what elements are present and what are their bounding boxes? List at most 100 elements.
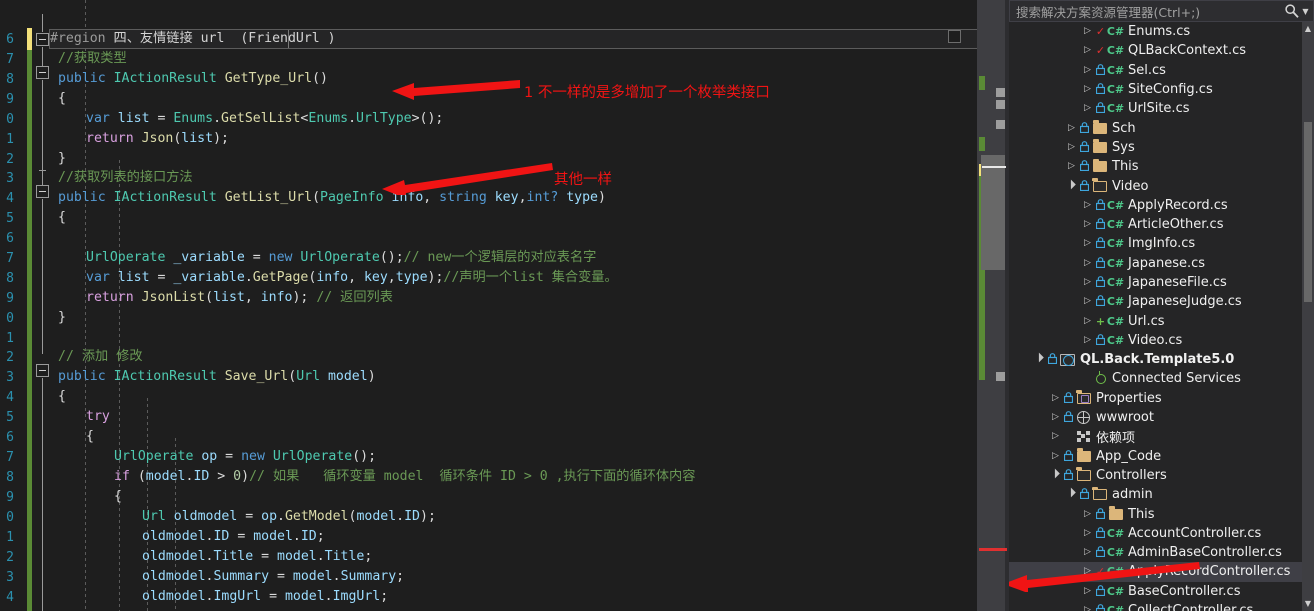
- chevron-right-icon[interactable]: [1081, 606, 1094, 611]
- chevron-right-icon[interactable]: [1081, 317, 1094, 326]
- code-editor-pane[interactable]: 67890123456789012345678901234 #region 四、…: [0, 0, 1009, 611]
- chevron-right-icon[interactable]: [1081, 587, 1094, 596]
- tree-item-ql-back-template5-0[interactable]: QL.Back.Template5.0: [1009, 350, 1302, 369]
- chevron-right-icon[interactable]: [1081, 46, 1094, 55]
- tree-item-sys[interactable]: Sys: [1009, 138, 1302, 157]
- chevron-right-icon[interactable]: [1081, 66, 1094, 75]
- chevron-down-icon[interactable]: [1033, 355, 1046, 364]
- solution-explorer-search[interactable]: 搜索解决方案资源管理器(Ctrl+;) ▼: [1009, 0, 1314, 22]
- tree-item-controllers[interactable]: Controllers: [1009, 466, 1302, 485]
- magnifier-icon[interactable]: [1284, 3, 1300, 19]
- code-line[interactable]: var list = Enums.GetSelList<Enums.UrlTyp…: [86, 109, 443, 129]
- code-line[interactable]: if (model.ID > 0)// 如果 循环变量 model 循环条件 I…: [114, 467, 695, 487]
- tree-item-enums-cs[interactable]: ✓C#Enums.cs: [1009, 22, 1302, 41]
- chevron-right-icon[interactable]: [1049, 394, 1062, 403]
- tree-item-sch[interactable]: Sch: [1009, 118, 1302, 137]
- code-line[interactable]: public IActionResult GetType_Url(): [58, 69, 328, 89]
- chevron-right-icon[interactable]: [1081, 510, 1094, 519]
- chevron-right-icon[interactable]: [1049, 432, 1062, 441]
- tree-item-connected-services[interactable]: Connected Services: [1009, 369, 1302, 388]
- chevron-down-icon[interactable]: [1065, 490, 1078, 499]
- tree-item-basecontroller-cs[interactable]: C#BaseController.cs: [1009, 582, 1302, 601]
- tree-item-sel-cs[interactable]: C#Sel.cs: [1009, 61, 1302, 80]
- code-line[interactable]: UrlOperate _variable = new UrlOperate();…: [86, 248, 596, 268]
- tree-item-applyrecord-cs[interactable]: C#ApplyRecord.cs: [1009, 196, 1302, 215]
- tree-item-accountcontroller-cs[interactable]: C#AccountController.cs: [1009, 524, 1302, 543]
- code-line[interactable]: }: [58, 308, 66, 328]
- editor-fold-marker-box[interactable]: [948, 30, 961, 43]
- chevron-right-icon[interactable]: [1081, 85, 1094, 94]
- chevron-down-icon[interactable]: [1049, 471, 1062, 480]
- tree-item-qlbackcontext-cs[interactable]: ✓C#QLBackContext.cs: [1009, 41, 1302, 60]
- chevron-right-icon[interactable]: [1065, 124, 1078, 133]
- chevron-right-icon[interactable]: [1049, 452, 1062, 461]
- code-line[interactable]: Url oldmodel = op.GetModel(model.ID);: [142, 507, 436, 527]
- solution-tree-container[interactable]: ✓C#Enums.cs✓C#QLBackContext.csC#Sel.csC#…: [1009, 22, 1314, 611]
- tree-item-japanesefile-cs[interactable]: C#JapaneseFile.cs: [1009, 273, 1302, 292]
- code-line[interactable]: oldmodel.ID = model.ID;: [142, 527, 325, 547]
- code-line[interactable]: //获取类型: [58, 49, 127, 69]
- tree-item-siteconfig-cs[interactable]: C#SiteConfig.cs: [1009, 80, 1302, 99]
- code-line[interactable]: return Json(list);: [86, 129, 229, 149]
- tree-item-[interactable]: 依赖项: [1009, 427, 1302, 446]
- chevron-right-icon[interactable]: [1081, 104, 1094, 113]
- solution-explorer-panel[interactable]: 搜索解决方案资源管理器(Ctrl+;) ▼ ✓C#Enums.cs✓C#QLBa…: [1009, 0, 1314, 611]
- chevron-right-icon[interactable]: [1049, 413, 1062, 422]
- chevron-right-icon[interactable]: [1081, 220, 1094, 229]
- code-line[interactable]: //获取列表的接口方法: [58, 168, 193, 188]
- chevron-down-icon[interactable]: [1065, 182, 1078, 191]
- fold-toggle-gettype[interactable]: [36, 66, 49, 79]
- tree-item-adminbasecontroller-cs[interactable]: C#AdminBaseController.cs: [1009, 543, 1302, 562]
- tree-item-japanesejudge-cs[interactable]: C#JapaneseJudge.cs: [1009, 292, 1302, 311]
- tree-item-video[interactable]: Video: [1009, 176, 1302, 195]
- code-line[interactable]: {: [58, 208, 66, 228]
- tree-item-articleother-cs[interactable]: C#ArticleOther.cs: [1009, 215, 1302, 234]
- tree-item-this[interactable]: This: [1009, 504, 1302, 523]
- solution-explorer-scrollbar[interactable]: ▲ ▼: [1302, 22, 1314, 611]
- code-line[interactable]: return JsonList(list, info); // 返回列表: [86, 288, 393, 308]
- code-line[interactable]: {: [58, 89, 66, 109]
- code-line[interactable]: UrlOperate op = new UrlOperate();: [114, 447, 376, 467]
- outlining-column[interactable]: [36, 0, 50, 611]
- chevron-right-icon[interactable]: [1081, 278, 1094, 287]
- chevron-right-icon[interactable]: [1081, 297, 1094, 306]
- code-line[interactable]: try: [86, 407, 110, 427]
- code-line[interactable]: {: [86, 427, 94, 447]
- tree-item-admin[interactable]: admin: [1009, 485, 1302, 504]
- chevron-right-icon[interactable]: [1081, 259, 1094, 268]
- code-line[interactable]: }: [58, 149, 66, 169]
- tree-item-japanese-cs[interactable]: C#Japanese.cs: [1009, 254, 1302, 273]
- tree-item-video-cs[interactable]: C#Video.cs: [1009, 331, 1302, 350]
- chevron-right-icon[interactable]: [1081, 27, 1094, 36]
- tree-item-this[interactable]: This: [1009, 157, 1302, 176]
- fold-toggle-save[interactable]: [36, 364, 49, 377]
- scroll-up-arrow[interactable]: ▲: [1302, 22, 1314, 36]
- tree-item-app-code[interactable]: App_Code: [1009, 447, 1302, 466]
- fold-toggle-getlist[interactable]: [36, 185, 49, 198]
- tree-item-properties[interactable]: Properties: [1009, 389, 1302, 408]
- tree-item-url-cs[interactable]: +C#Url.cs: [1009, 311, 1302, 330]
- code-line[interactable]: {: [58, 387, 66, 407]
- code-line[interactable]: public IActionResult GetList_Url(PageInf…: [58, 188, 606, 208]
- scrollbar-thumb[interactable]: [981, 155, 1005, 270]
- code-line[interactable]: oldmodel.Summary = model.Summary;: [142, 567, 404, 587]
- scroll-down-arrow[interactable]: ▼: [1302, 597, 1314, 611]
- chevron-right-icon[interactable]: [1081, 567, 1094, 576]
- code-line[interactable]: var list = _variable.GetPage(info, key,t…: [86, 268, 618, 288]
- code-line[interactable]: public IActionResult Save_Url(Url model): [58, 367, 376, 387]
- code-line[interactable]: {: [114, 487, 122, 507]
- tree-item-collectcontroller-cs[interactable]: C#CollectController.cs: [1009, 601, 1302, 611]
- code-line[interactable]: oldmodel.ImgUrl = model.ImgUrl;: [142, 587, 388, 607]
- chevron-right-icon[interactable]: [1081, 336, 1094, 345]
- scrollbar-thumb[interactable]: [1304, 122, 1312, 302]
- code-line[interactable]: #region 四、友情链接 url (FriendUrl ): [50, 29, 336, 49]
- chevron-right-icon[interactable]: [1081, 239, 1094, 248]
- chevron-right-icon[interactable]: [1065, 162, 1078, 171]
- tree-item-urlsite-cs[interactable]: C#UrlSite.cs: [1009, 99, 1302, 118]
- tree-item-wwwroot[interactable]: wwwroot: [1009, 408, 1302, 427]
- chevron-down-icon[interactable]: ▼: [1300, 7, 1311, 16]
- chevron-right-icon[interactable]: [1081, 548, 1094, 557]
- code-line[interactable]: // 添加 修改: [58, 347, 143, 367]
- editor-vertical-scrollbar[interactable]: [948, 0, 1009, 611]
- tree-item-applyrecordcontroller-cs[interactable]: ✓C#ApplyRecordController.cs: [1009, 562, 1302, 582]
